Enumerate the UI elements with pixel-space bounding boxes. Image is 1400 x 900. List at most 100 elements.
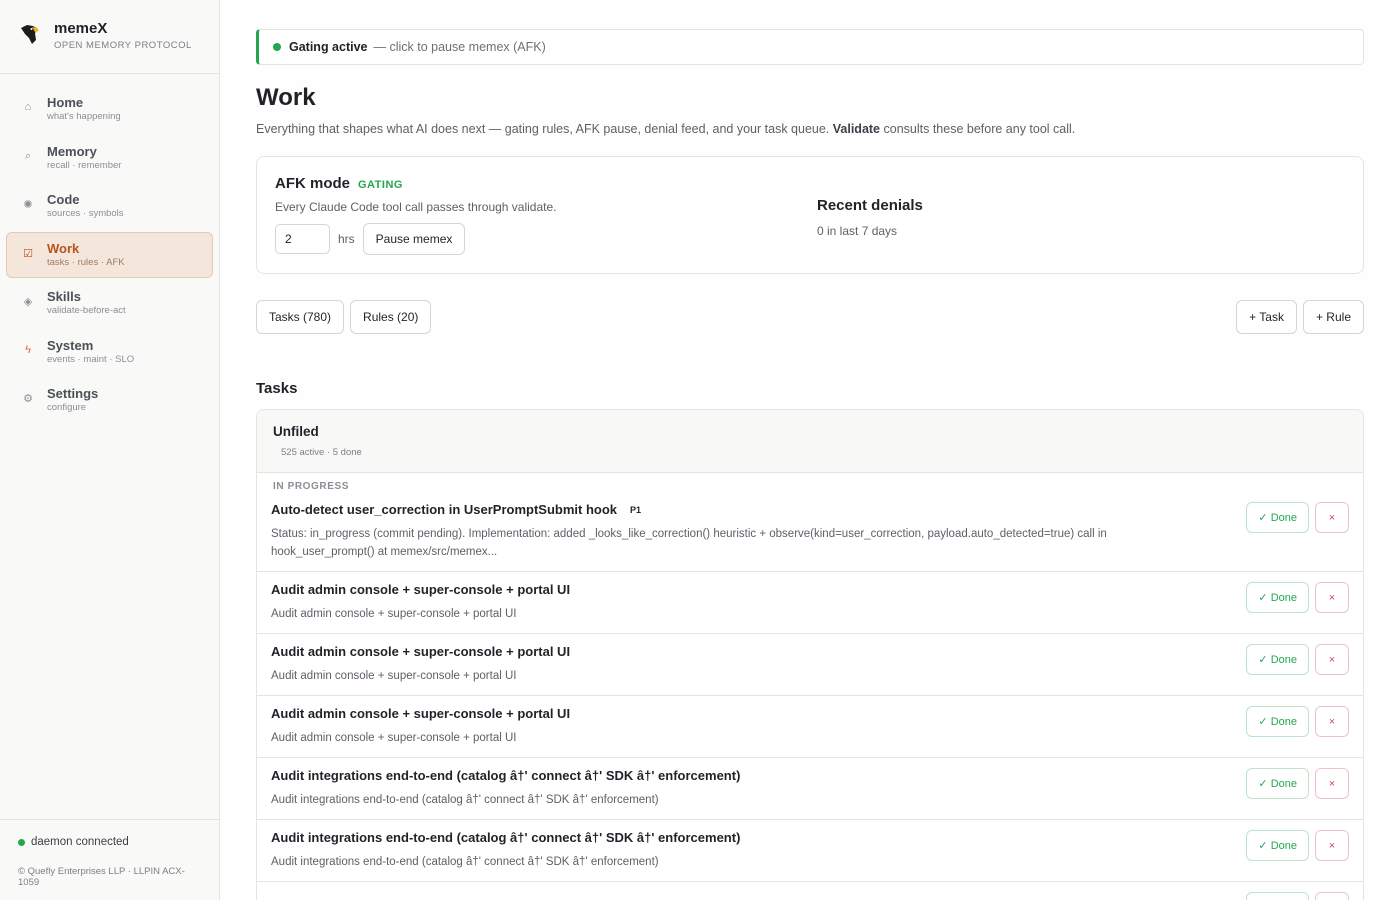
mark-done-button[interactable]: ✓ Done xyxy=(1246,582,1309,613)
sidebar-item-sublabel: tasks · rules · AFK xyxy=(47,256,125,268)
sidebar-item-system[interactable]: ϟ System events · maint · SLO xyxy=(6,329,213,375)
task-description: Audit admin console + super-console + po… xyxy=(271,608,517,620)
task-title: Audit integrations end-to-end (catalog â… xyxy=(271,830,741,845)
afk-description: Every Claude Code tool call passes throu… xyxy=(275,200,557,214)
sidebar-item-settings[interactable]: ⚙ Settings configure xyxy=(6,377,213,423)
page-desc-before: Everything that shapes what AI does next… xyxy=(256,122,833,136)
sidebar-item-sublabel: what's happening xyxy=(47,111,121,122)
task-body: Audit integrations end-to-end (catalog â… xyxy=(271,768,740,809)
sidebar-item-work[interactable]: ☑ Work tasks · rules · AFK xyxy=(6,231,213,278)
task-body: Audit integrations end-to-end (catalog â… xyxy=(271,830,740,871)
sidebar-item-memory[interactable]: ⌕ Memory recall · remember xyxy=(6,135,213,181)
tab-tasks[interactable]: Tasks (780) xyxy=(256,300,345,334)
task-title: Audit integrations end-to-end (catalog â… xyxy=(271,768,741,783)
task-actions: ✓ Done × xyxy=(1246,892,1349,900)
task-row[interactable]: Audit admin console + super-console + po… xyxy=(257,634,1363,696)
mark-done-button[interactable]: ✓ Done xyxy=(1246,706,1309,737)
delete-task-button[interactable]: × xyxy=(1315,768,1349,799)
task-title-row: Audit integrations end-to-end (catalog â… xyxy=(271,768,740,783)
mark-done-button[interactable]: ✓ Done xyxy=(1246,768,1309,799)
sidebar-item-home[interactable]: ⌂ Home what's happening xyxy=(6,86,213,132)
task-list: Auto-detect user_correction in UserPromp… xyxy=(257,492,1363,900)
task-group-header[interactable]: Unfiled 525 active · 5 done xyxy=(257,410,1363,473)
task-title: Audit admin console + super-console + po… xyxy=(271,644,571,659)
code-icon: ✺ xyxy=(23,199,33,211)
afk-card: AFK mode GATING Every Claude Code tool c… xyxy=(256,156,1364,274)
add-task-button[interactable]: + Task xyxy=(1236,300,1297,334)
afk-hours-input[interactable] xyxy=(275,224,330,254)
sidebar-item-sublabel: sources · symbols xyxy=(47,208,124,219)
task-actions: ✓ Done× xyxy=(1246,706,1349,747)
delete-task-button[interactable]: × xyxy=(1315,644,1349,675)
brand[interactable]: memeX OPEN MEMORY PROTOCOL xyxy=(0,0,219,74)
task-body: Audit admin console + super-console + po… xyxy=(271,644,570,685)
search-icon: ⌕ xyxy=(24,149,32,162)
sidebar-item-skills[interactable]: ◈ Skills validate-before-act xyxy=(6,280,213,326)
task-title-row: Auto-detect user_correction in UserPromp… xyxy=(271,502,1151,517)
sidebar-item-label: System xyxy=(47,337,94,353)
task-actions: ✓ Done× xyxy=(1246,830,1349,871)
task-row[interactable]: Audit integrations end-to-end (catalog â… xyxy=(257,758,1363,820)
task-actions: ✓ Done× xyxy=(1246,502,1349,561)
task-row[interactable]: Audit admin console + super-console + po… xyxy=(257,572,1363,634)
task-body: Auto-detect user_correction in UserPromp… xyxy=(271,502,1151,561)
tab-rules[interactable]: Rules (20) xyxy=(350,300,432,334)
diamond-icon: ◈ xyxy=(23,296,33,308)
delete-task-button[interactable]: × xyxy=(1315,582,1349,613)
tasks-section-title: Tasks xyxy=(256,380,298,397)
afk-title-row: AFK mode GATING xyxy=(275,175,817,192)
mark-done-button[interactable]: ✓ Done xyxy=(1246,892,1309,900)
task-description: Audit admin console + super-console + po… xyxy=(271,670,517,682)
sidebar-nav: ⌂ Home what's happening ⌕ Memory recall · rem… xyxy=(0,74,219,438)
sidebar-item-sublabel: recall · remember xyxy=(47,159,122,171)
task-title-row: Audit admin console + super-console + po… xyxy=(271,582,570,597)
sidebar-item-label: Skills xyxy=(47,289,81,304)
denials-panel: Recent denials 0 in last 7 days xyxy=(817,175,923,255)
task-group: Unfiled 525 active · 5 done IN PROGRESS … xyxy=(256,409,1364,900)
delete-task-button[interactable]: × xyxy=(1315,706,1349,737)
task-row[interactable]: Audit admin console + super-console + po… xyxy=(257,696,1363,758)
task-description: Audit admin console + super-console + po… xyxy=(271,732,517,744)
daemon-status-text: daemon connected xyxy=(31,836,129,848)
sidebar-item-label: Settings xyxy=(47,386,99,401)
task-title-row: Audit integrations end-to-end (catalog â… xyxy=(271,830,740,845)
task-row[interactable]: Audit integrations end-to-end (catalog â… xyxy=(257,820,1363,882)
gating-title: Gating active xyxy=(289,40,368,54)
pause-memex-button[interactable]: Pause memex xyxy=(362,223,466,255)
bolt-icon: ϟ xyxy=(25,343,31,356)
task-group-meta: 525 active · 5 done xyxy=(281,447,362,458)
main-content: Gating active — click to pause memex (AF… xyxy=(220,0,1400,900)
mark-done-button[interactable]: ✓ Done xyxy=(1246,502,1309,533)
delete-task-button[interactable]: × xyxy=(1315,502,1349,533)
task-description: Audit integrations end-to-end (catalog â… xyxy=(271,856,659,868)
sidebar-item-sublabel: events · maint · SLO xyxy=(47,353,135,365)
gating-banner[interactable]: Gating active — click to pause memex (AF… xyxy=(256,29,1364,65)
sidebar: memeX OPEN MEMORY PROTOCOL ⌂ Home what's h… xyxy=(0,0,220,900)
task-row[interactable]: Auto-detect user_correction in UserPromp… xyxy=(257,492,1363,572)
afk-hours-label: hrs xyxy=(338,232,355,246)
task-row[interactable]: ✓ Done × xyxy=(257,882,1363,900)
denials-title: Recent denials xyxy=(817,197,923,214)
sidebar-item-label: Home xyxy=(47,95,84,110)
afk-controls: hrs Pause memex xyxy=(275,223,817,255)
sidebar-item-label: Work xyxy=(47,240,80,256)
brand-subtitle: OPEN MEMORY PROTOCOL xyxy=(54,40,192,51)
mark-done-button[interactable]: ✓ Done xyxy=(1246,830,1309,861)
afk-status-badge: GATING xyxy=(358,179,403,191)
task-description: Audit integrations end-to-end (catalog â… xyxy=(271,794,659,806)
afk-title: AFK mode xyxy=(275,175,350,192)
page-desc-bold: Validate xyxy=(832,122,881,136)
sidebar-item-code[interactable]: ✺ Code sources · symbols xyxy=(6,183,213,229)
add-rule-button[interactable]: + Rule xyxy=(1302,300,1364,334)
task-actions: ✓ Done× xyxy=(1246,768,1349,809)
status-dot-icon xyxy=(18,838,25,846)
task-description: Status: in_progress (commit pending). Im… xyxy=(271,528,1107,558)
mark-done-button[interactable]: ✓ Done xyxy=(1246,644,1309,675)
priority-badge: P1 xyxy=(630,504,642,515)
sidebar-item-label: Code xyxy=(47,192,80,207)
delete-task-button[interactable]: × xyxy=(1315,892,1349,900)
task-actions: ✓ Done× xyxy=(1246,644,1349,685)
daemon-status: daemon connected xyxy=(18,836,201,848)
delete-task-button[interactable]: × xyxy=(1315,830,1349,861)
page-desc-after: consults these before any tool call. xyxy=(880,122,1076,136)
